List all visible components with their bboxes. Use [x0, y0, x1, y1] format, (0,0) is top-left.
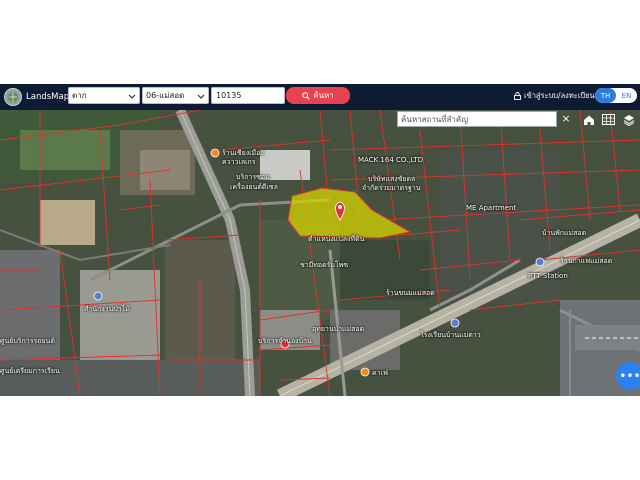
poi-label[interactable]: ศูนย์บริการรถยนต์ [0, 336, 55, 347]
lang-th-button[interactable]: TH [595, 88, 616, 103]
province-select-value: ตาก [72, 91, 87, 100]
poi-label[interactable]: บริการจำนองบ้าน [258, 336, 312, 347]
login-link[interactable]: เข้าสู่ระบบ/ลงทะเบียน [514, 90, 595, 102]
poi-label[interactable]: ควาวเลเกร [222, 157, 256, 168]
parcel-label[interactable]: ตำแหน่งแปลงที่ดิน [308, 234, 364, 245]
app-name: LandsMaps [26, 92, 74, 102]
province-select[interactable]: ตาก [68, 87, 140, 104]
chevron-down-icon [197, 94, 205, 99]
search-button-label: ค้นหา [313, 91, 334, 100]
poi-label[interactable]: ศูนย์เตรียมการเรียน [0, 366, 60, 377]
poi-label[interactable]: จำกัดร่วมมาตรฐาน [362, 183, 421, 194]
search-icon [302, 91, 310, 100]
poi-label[interactable]: เครื่องยนต์ดีเซล [230, 182, 278, 193]
poi-label[interactable]: สำนักงานป่าไม้ [84, 304, 130, 315]
place-search-input[interactable]: ค้นหาสถานที่สำคัญ [397, 111, 557, 127]
district-select[interactable]: 06-แม่สอด [142, 87, 209, 104]
poi-label[interactable]: MACK 164 CO.,LTD [358, 156, 423, 164]
poi-label[interactable]: ชามีทอดรัมโพซ [300, 260, 348, 271]
more-options-button[interactable]: ••• [616, 362, 640, 390]
app-window: LandsMaps ตาก 06-แม่สอด 10135 ค้นหา เข้า… [0, 84, 640, 396]
district-select-value: 06-แม่สอด [146, 91, 185, 100]
globe-logo-icon [4, 88, 22, 106]
search-button[interactable]: ค้นหา [286, 87, 350, 104]
lock-icon [514, 92, 521, 100]
home-icon[interactable] [580, 111, 598, 128]
poi-label[interactable]: ร้านขนมแม่สอด [386, 288, 435, 299]
poi-label[interactable]: ME Apartment [466, 204, 516, 212]
postcode-value: 10135 [216, 91, 242, 100]
poi-label[interactable]: บ้านพักแม่สอด [542, 228, 586, 239]
login-label: เข้าสู่ระบบ/ลงทะเบียน [524, 91, 595, 100]
top-bar: LandsMaps ตาก 06-แม่สอด 10135 ค้นหา เข้า… [0, 84, 640, 110]
satellite-map[interactable] [0, 110, 640, 396]
poi-label[interactable]: โรงเรียนบ้านแม่ตาว [420, 330, 481, 341]
postcode-input[interactable]: 10135 [211, 87, 285, 104]
layers-icon[interactable] [620, 111, 638, 128]
brand[interactable]: LandsMaps [4, 84, 74, 110]
map-view[interactable]: ร้านเชียงเมือง ควาวเลเกร บริการซ่อม เครื… [0, 110, 640, 396]
poi-label[interactable]: อุทยานป่าแม่สอด [312, 324, 364, 335]
close-icon[interactable]: × [558, 110, 574, 127]
place-search-placeholder: ค้นหาสถานที่สำคัญ [401, 114, 469, 124]
poi-label[interactable]: PTT Station [528, 272, 568, 280]
language-toggle: TH EN [595, 88, 637, 103]
lang-en-button[interactable]: EN [616, 88, 637, 103]
grid-icon[interactable] [599, 111, 617, 128]
poi-label[interactable]: ร้านกาแฟแม่สอด [560, 256, 612, 267]
poi-label[interactable]: คาเฟ่ [372, 368, 388, 379]
chevron-down-icon [128, 94, 136, 99]
